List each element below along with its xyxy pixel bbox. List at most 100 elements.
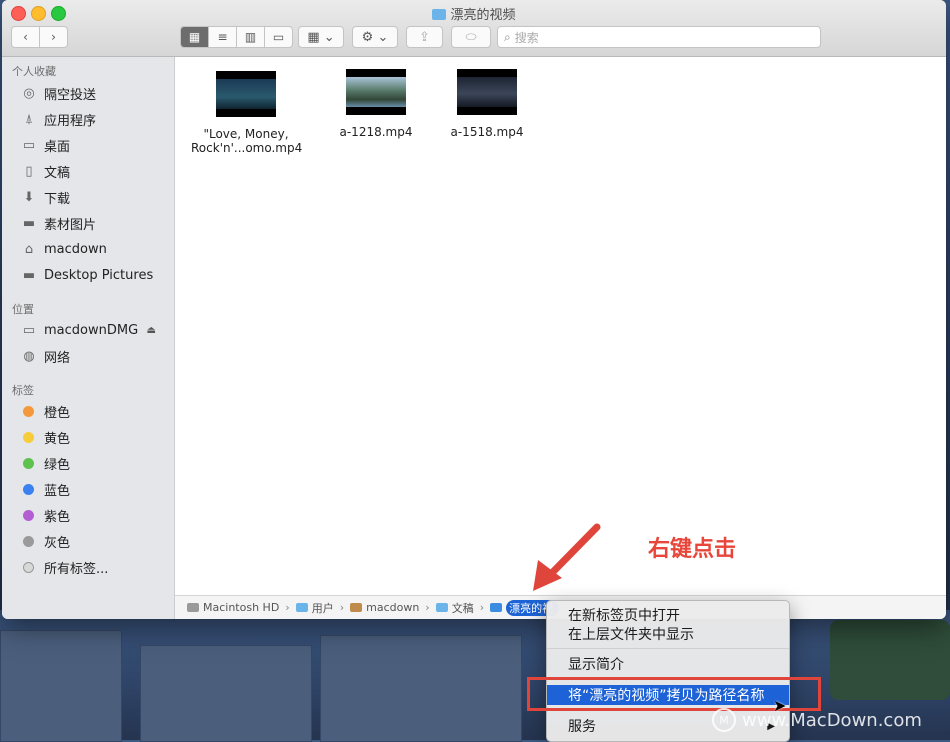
- sidebar-item-network[interactable]: ◍ 网络: [20, 345, 170, 367]
- disk-icon: ▭: [22, 322, 36, 338]
- download-icon: ⬇: [23, 189, 35, 205]
- sidebar-item-airdrop[interactable]: ◎ 隔空投送: [20, 82, 170, 104]
- documents-icon: ▯: [25, 163, 33, 179]
- chevron-right-icon: ›: [479, 601, 485, 614]
- view-mode-segment: ▦ ≡ ▥ ▭: [180, 26, 293, 48]
- path-item[interactable]: 用户: [295, 600, 334, 616]
- nav-buttons: ‹ ›: [11, 26, 68, 48]
- columns-icon: ▥: [244, 30, 257, 44]
- back-button[interactable]: ‹: [12, 27, 40, 47]
- gallery-icon: ▭: [272, 30, 285, 44]
- hard-drive-icon: [187, 603, 199, 612]
- grid-icon: ▦: [188, 30, 201, 44]
- folder-icon: [490, 603, 503, 612]
- folder-icon: [295, 603, 308, 612]
- all-tags-icon: [23, 561, 34, 573]
- watermark: M www.MacDown.com: [712, 708, 922, 732]
- path-item[interactable]: 文稿: [435, 600, 474, 616]
- forward-button[interactable]: ›: [40, 27, 67, 47]
- gear-icon: ⚙ ⌄: [361, 29, 389, 45]
- list-view-button[interactable]: ≡: [209, 27, 237, 47]
- desktop-icon: ▭: [22, 137, 36, 153]
- tag-dot-icon: [23, 457, 34, 469]
- video-thumbnail: [457, 69, 517, 115]
- folder-icon: [435, 603, 448, 612]
- network-icon: ◍: [23, 348, 35, 364]
- sidebar-item-disk[interactable]: ▭ macdownDMG ⏏: [20, 319, 170, 341]
- chevron-right-icon: ›: [51, 30, 56, 44]
- tag-dot-icon: [23, 405, 34, 417]
- search-input[interactable]: ⌕ 搜索: [497, 26, 821, 48]
- chevron-right-icon: ›: [285, 601, 290, 614]
- home-icon: [350, 603, 363, 612]
- sidebar-item-downloads[interactable]: ⬇ 下载: [20, 186, 170, 208]
- file-item[interactable]: a-1518.mp4: [432, 69, 542, 139]
- home-icon: ⌂: [24, 241, 34, 257]
- sidebar-locations-header: 位置: [12, 303, 34, 316]
- path-item[interactable]: Macintosh HD: [187, 601, 279, 614]
- applications-icon: ⍋: [25, 111, 33, 127]
- macdown-logo-icon: M: [712, 708, 736, 732]
- menu-item-open-in-new-tab[interactable]: 在新标签页中打开: [547, 605, 789, 625]
- menu-item-get-info[interactable]: 显示简介: [547, 654, 789, 674]
- sidebar-tag-blue[interactable]: 蓝色: [20, 478, 170, 500]
- sidebar-item-folder[interactable]: ▬ 素材图片: [20, 212, 170, 234]
- sidebar-tag-purple[interactable]: 紫色: [20, 504, 170, 526]
- search-placeholder: 搜索: [514, 30, 539, 45]
- wallpaper-building: [140, 645, 312, 742]
- chevron-right-icon: ›: [339, 601, 345, 614]
- sidebar-item-desktop[interactable]: ▭ 桌面: [20, 134, 170, 156]
- icon-view-button[interactable]: ▦: [181, 27, 209, 47]
- chevron-left-icon: ‹: [23, 30, 28, 44]
- video-thumbnail: [346, 69, 406, 115]
- sidebar-item-documents[interactable]: ▯ 文稿: [20, 160, 170, 182]
- share-icon: ⇪: [419, 29, 430, 45]
- file-name-line2: Rock'n'...omo.mp4: [191, 141, 303, 155]
- menu-separator: [547, 648, 789, 649]
- tag-dot-icon: [23, 483, 34, 495]
- sidebar-tag-yellow[interactable]: 黄色: [20, 426, 170, 448]
- file-item[interactable]: "Love, Money, Rock'n'...omo.mp4: [191, 71, 303, 155]
- sidebar-tags-header: 标签: [12, 384, 34, 397]
- wallpaper-tree: [830, 620, 950, 700]
- folder-icon: ▬: [22, 215, 36, 231]
- file-item[interactable]: a-1218.mp4: [321, 69, 431, 139]
- tag-icon: ⬭: [465, 29, 477, 45]
- file-name: "Love, Money,: [203, 127, 289, 141]
- file-browser: "Love, Money, Rock'n'...omo.mp4 a-1218.m…: [175, 57, 946, 595]
- annotation-label: 右键点击: [648, 537, 737, 562]
- sidebar-item-applications[interactable]: ⍋ 应用程序: [20, 108, 170, 130]
- sidebar-tag-orange[interactable]: 橙色: [20, 400, 170, 422]
- finder-window: 漂亮的视频 ‹ › ▦ ≡ ▥ ▭ ▦ ⌄ ⚙ ⌄ ⇪ ⬭ ⌕ 搜索 个人收藏 …: [2, 0, 946, 619]
- sidebar-tag-gray[interactable]: 灰色: [20, 530, 170, 552]
- search-icon: ⌕: [504, 29, 511, 44]
- path-item[interactable]: macdown: [350, 601, 419, 614]
- folder-icon: [432, 9, 447, 20]
- gallery-view-button[interactable]: ▭: [265, 27, 292, 47]
- tag-dot-icon: [23, 431, 34, 443]
- share-button[interactable]: ⇪: [406, 26, 443, 48]
- video-thumbnail: [216, 71, 276, 117]
- eject-icon[interactable]: ⏏: [147, 325, 156, 336]
- sidebar-favorites-header: 个人收藏: [12, 65, 56, 78]
- tag-button[interactable]: ⬭: [451, 26, 491, 48]
- wallpaper-building: [0, 630, 122, 742]
- file-name: a-1218.mp4: [339, 125, 413, 139]
- column-view-button[interactable]: ▥: [237, 27, 265, 47]
- sidebar-all-tags[interactable]: 所有标签...: [20, 556, 170, 578]
- sidebar: 个人收藏 ◎ 隔空投送 ⍋ 应用程序 ▭ 桌面 ▯ 文稿 ⬇ 下载 ▬ 素材图片 ⌂ macd…: [2, 57, 175, 619]
- tag-dot-icon: [23, 535, 34, 547]
- chevron-right-icon: ›: [425, 601, 430, 614]
- file-name: a-1518.mp4: [450, 125, 524, 139]
- sidebar-item-desktop-pictures[interactable]: ▬ Desktop Pictures: [20, 264, 170, 286]
- tag-dot-icon: [23, 509, 34, 521]
- sidebar-tag-green[interactable]: 绿色: [20, 452, 170, 474]
- menu-item-show-in-enclosing-folder[interactable]: 在上层文件夹中显示: [547, 624, 789, 644]
- folder-icon: ▬: [22, 267, 36, 283]
- group-button[interactable]: ▦ ⌄: [298, 26, 344, 48]
- list-icon: ≡: [217, 30, 228, 44]
- sidebar-item-home[interactable]: ⌂ macdown: [20, 238, 170, 260]
- titlebar: 漂亮的视频 ‹ › ▦ ≡ ▥ ▭ ▦ ⌄ ⚙ ⌄ ⇪ ⬭ ⌕ 搜索: [2, 0, 946, 57]
- action-button[interactable]: ⚙ ⌄: [352, 26, 398, 48]
- airdrop-icon: ◎: [23, 85, 35, 101]
